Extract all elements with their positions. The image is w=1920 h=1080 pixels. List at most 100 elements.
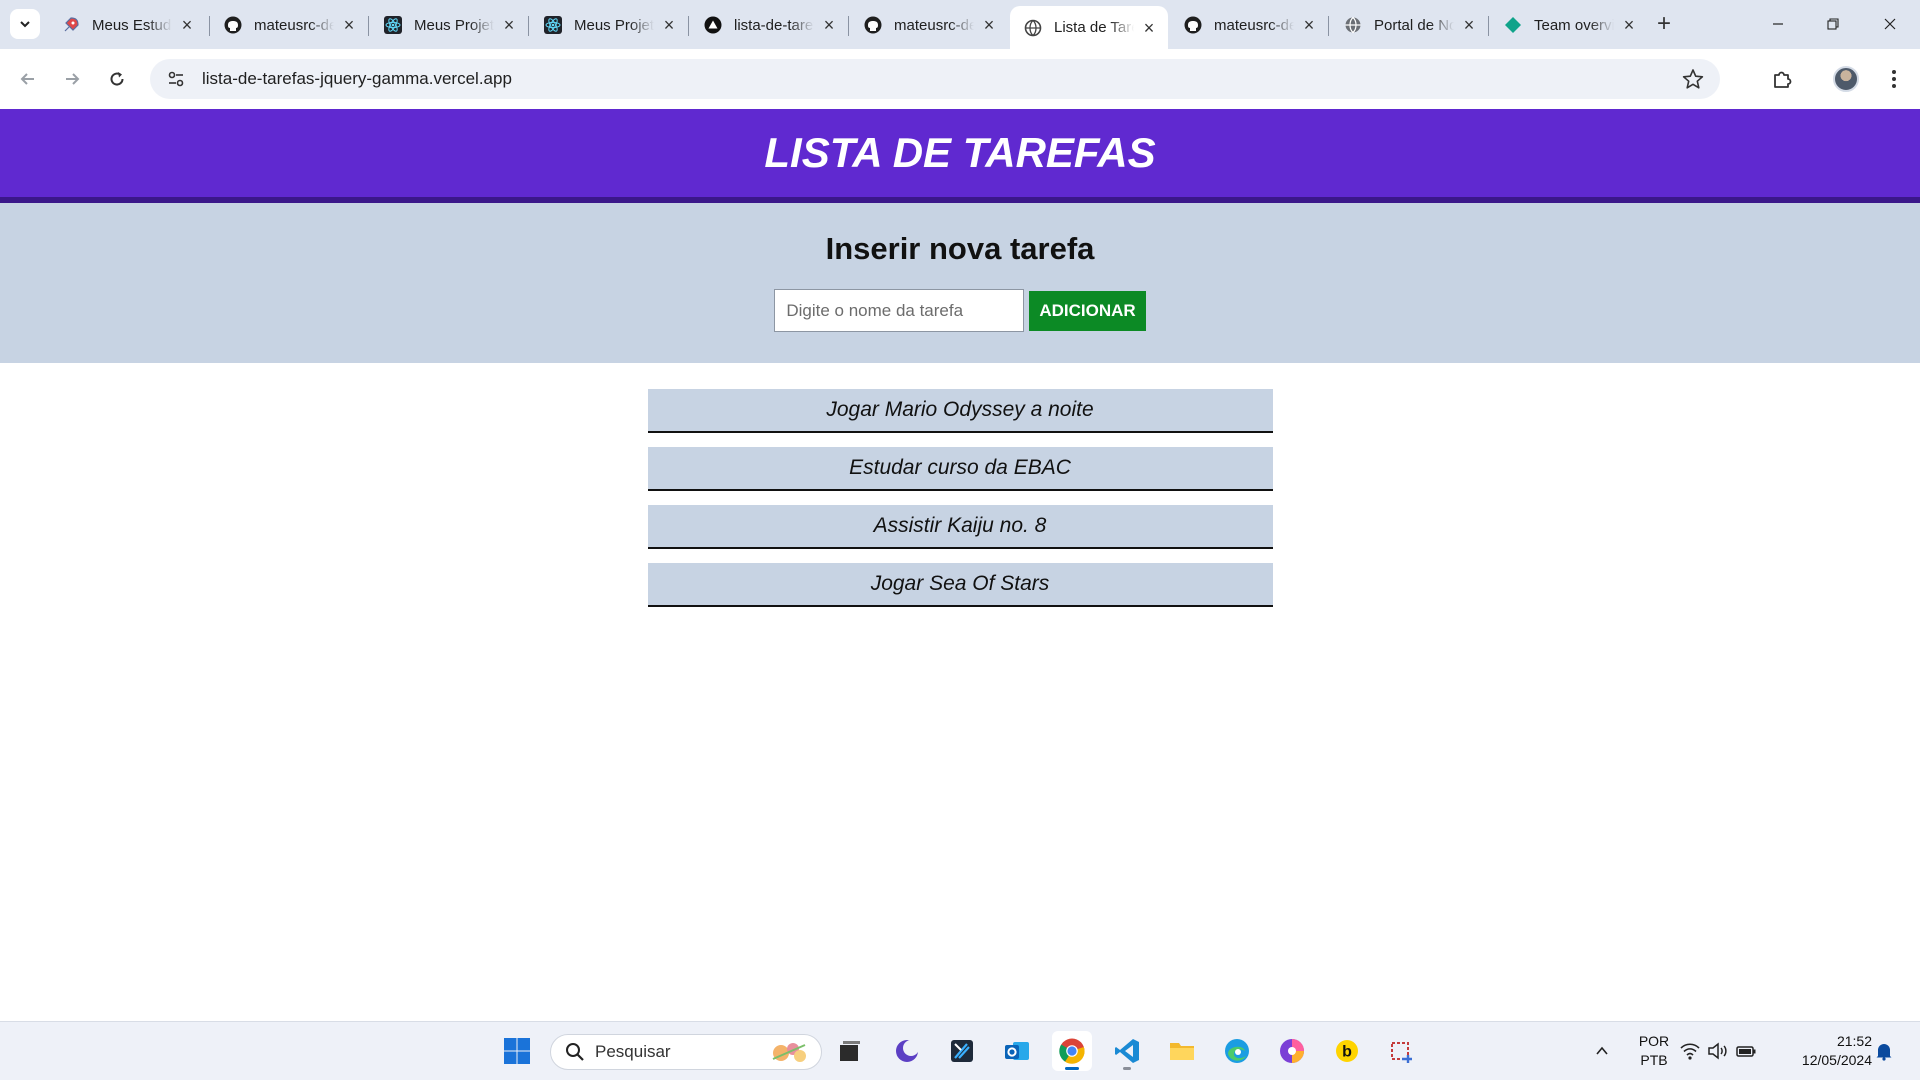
language-primary: POR bbox=[1638, 1033, 1670, 1049]
page-header: LISTA DE TAREFAS bbox=[0, 109, 1920, 203]
site-info-button[interactable] bbox=[156, 59, 196, 99]
tab-team-overview[interactable]: Team overview × bbox=[1490, 6, 1648, 44]
windows-logo-icon bbox=[504, 1038, 530, 1064]
language-indicator[interactable]: POR PTB bbox=[1634, 1032, 1674, 1070]
tab-lista-de-tarefas-vercel[interactable]: lista-de-tarefas × bbox=[690, 6, 848, 44]
form-row: ADICIONAR bbox=[0, 289, 1920, 332]
running-indicator bbox=[1123, 1067, 1131, 1070]
edge-icon bbox=[1225, 1039, 1249, 1063]
start-button[interactable] bbox=[497, 1031, 537, 1071]
close-icon[interactable]: × bbox=[660, 16, 678, 34]
diamond-icon bbox=[1504, 16, 1522, 34]
task-item[interactable]: Jogar Sea Of Stars bbox=[647, 563, 1273, 607]
search-icon bbox=[566, 1043, 584, 1061]
tab-divider bbox=[1488, 16, 1489, 36]
task-name-input[interactable] bbox=[774, 289, 1025, 332]
close-icon[interactable]: × bbox=[1620, 16, 1638, 34]
avatar bbox=[1833, 66, 1859, 92]
react-icon bbox=[544, 16, 562, 34]
taskbar-search[interactable]: Pesquisar bbox=[550, 1034, 822, 1070]
folder-icon bbox=[1170, 1043, 1194, 1060]
taskbar-app-b[interactable]: b bbox=[1327, 1031, 1367, 1071]
profile-button[interactable] bbox=[1830, 63, 1862, 95]
arrow-left-icon bbox=[20, 73, 34, 85]
chrome-menu-button[interactable] bbox=[1878, 63, 1910, 95]
task-list: Jogar Mario Odyssey a noite Estudar curs… bbox=[647, 389, 1273, 607]
tab-github-2[interactable]: mateusrc-dev × bbox=[850, 6, 1008, 44]
taskbar-app-outlook[interactable] bbox=[997, 1031, 1037, 1071]
clock-time: 21:52 bbox=[1836, 1033, 1872, 1049]
notifications-button[interactable] bbox=[1866, 1031, 1902, 1071]
close-icon[interactable]: × bbox=[820, 16, 838, 34]
taskbar-app-file-explorer[interactable] bbox=[1162, 1031, 1202, 1071]
extensions-button[interactable] bbox=[1766, 63, 1798, 95]
tab-title: Portal de Notícias bbox=[1374, 16, 1454, 34]
close-icon[interactable]: × bbox=[980, 16, 998, 34]
close-icon[interactable]: × bbox=[1460, 16, 1478, 34]
close-window-button[interactable] bbox=[1862, 6, 1918, 42]
bookmark-button[interactable] bbox=[1682, 68, 1704, 95]
tab-lista-de-tarefas-active[interactable]: Lista de Tarefas × bbox=[1010, 6, 1168, 49]
tab-meus-projetos-2[interactable]: Meus Projetos × bbox=[530, 6, 688, 44]
tab-search-button[interactable] bbox=[10, 9, 40, 39]
forward-button[interactable] bbox=[56, 63, 88, 95]
add-task-button[interactable]: ADICIONAR bbox=[1029, 290, 1146, 331]
close-icon[interactable]: × bbox=[340, 16, 358, 34]
restore-button[interactable] bbox=[1805, 6, 1861, 42]
page-viewport: LISTA DE TAREFAS Inserir nova tarefa ADI… bbox=[0, 109, 1920, 1021]
close-icon[interactable]: × bbox=[500, 16, 518, 34]
taskbar-app-moon[interactable] bbox=[887, 1031, 927, 1071]
close-icon[interactable]: × bbox=[1140, 19, 1158, 37]
address-bar[interactable]: lista-de-tarefas-jquery-gamma.vercel.app bbox=[150, 59, 1720, 99]
taskbar: Pesquisar b POR PTB 21:52 12/05/2024 bbox=[0, 1021, 1920, 1080]
url-text[interactable]: lista-de-tarefas-jquery-gamma.vercel.app bbox=[202, 69, 512, 89]
minimize-button[interactable] bbox=[1750, 6, 1806, 42]
taskbar-app-colorful[interactable] bbox=[1272, 1031, 1312, 1071]
taskbar-app-capcut[interactable] bbox=[942, 1031, 982, 1071]
task-item[interactable]: Assistir Kaiju no. 8 bbox=[647, 505, 1273, 549]
page-title: LISTA DE TAREFAS bbox=[764, 129, 1156, 176]
tab-title: mateusrc-dev bbox=[894, 16, 974, 34]
puzzle-icon bbox=[1774, 71, 1792, 88]
arrow-right-icon bbox=[66, 73, 80, 85]
back-button[interactable] bbox=[12, 63, 44, 95]
system-clock[interactable]: 21:52 12/05/2024 bbox=[1780, 1032, 1872, 1070]
github-icon bbox=[1184, 16, 1202, 34]
snipping-tool-icon bbox=[1391, 1042, 1412, 1063]
reload-button[interactable] bbox=[101, 63, 133, 95]
new-tab-button[interactable]: + bbox=[1650, 10, 1678, 38]
browser-toolbar: lista-de-tarefas-jquery-gamma.vercel.app bbox=[0, 49, 1920, 109]
show-hidden-icons-button[interactable] bbox=[1582, 1031, 1622, 1071]
task-view-button[interactable] bbox=[830, 1031, 870, 1071]
tab-github-1[interactable]: mateusrc-dev × bbox=[210, 6, 368, 44]
tab-title: Team overview bbox=[1534, 16, 1614, 34]
chrome-icon bbox=[1059, 1038, 1085, 1064]
task-item[interactable]: Estudar curso da EBAC bbox=[647, 447, 1273, 491]
taskbar-app-snipping-tool[interactable] bbox=[1382, 1031, 1422, 1071]
chevron-up-icon bbox=[1596, 1046, 1608, 1055]
taskbar-app-chrome[interactable] bbox=[1052, 1031, 1092, 1071]
outlook-icon bbox=[1005, 1042, 1029, 1060]
tab-portal-de-noticias[interactable]: Portal de Notícias × bbox=[1330, 6, 1488, 44]
moon-app-icon bbox=[896, 1040, 919, 1062]
tab-github-3[interactable]: mateusrc-dev × bbox=[1170, 6, 1328, 44]
taskbar-app-vscode[interactable] bbox=[1107, 1031, 1147, 1071]
quick-settings-button[interactable] bbox=[1676, 1031, 1760, 1071]
globe-icon bbox=[1024, 19, 1042, 37]
new-task-form: Inserir nova tarefa ADICIONAR bbox=[0, 203, 1920, 363]
tab-meus-projetos-1[interactable]: Meus Projetos × bbox=[370, 6, 528, 44]
volume-icon bbox=[1708, 1042, 1727, 1060]
tab-title: Lista de Tarefas bbox=[1054, 19, 1134, 36]
task-item[interactable]: Jogar Mario Odyssey a noite bbox=[647, 389, 1273, 433]
reload-icon bbox=[110, 72, 124, 86]
vscode-icon bbox=[1115, 1039, 1139, 1063]
globe-icon bbox=[1344, 16, 1362, 34]
taskbar-app-edge[interactable] bbox=[1217, 1031, 1257, 1071]
b-app-icon: b bbox=[1336, 1040, 1358, 1062]
vercel-icon bbox=[704, 16, 722, 34]
tab-meus-estudos[interactable]: Meus Estudos × bbox=[48, 6, 206, 44]
rocket-icon bbox=[62, 16, 80, 34]
tab-title: Meus Estudos bbox=[92, 16, 172, 34]
close-icon[interactable]: × bbox=[1300, 16, 1318, 34]
close-icon[interactable]: × bbox=[178, 16, 196, 34]
